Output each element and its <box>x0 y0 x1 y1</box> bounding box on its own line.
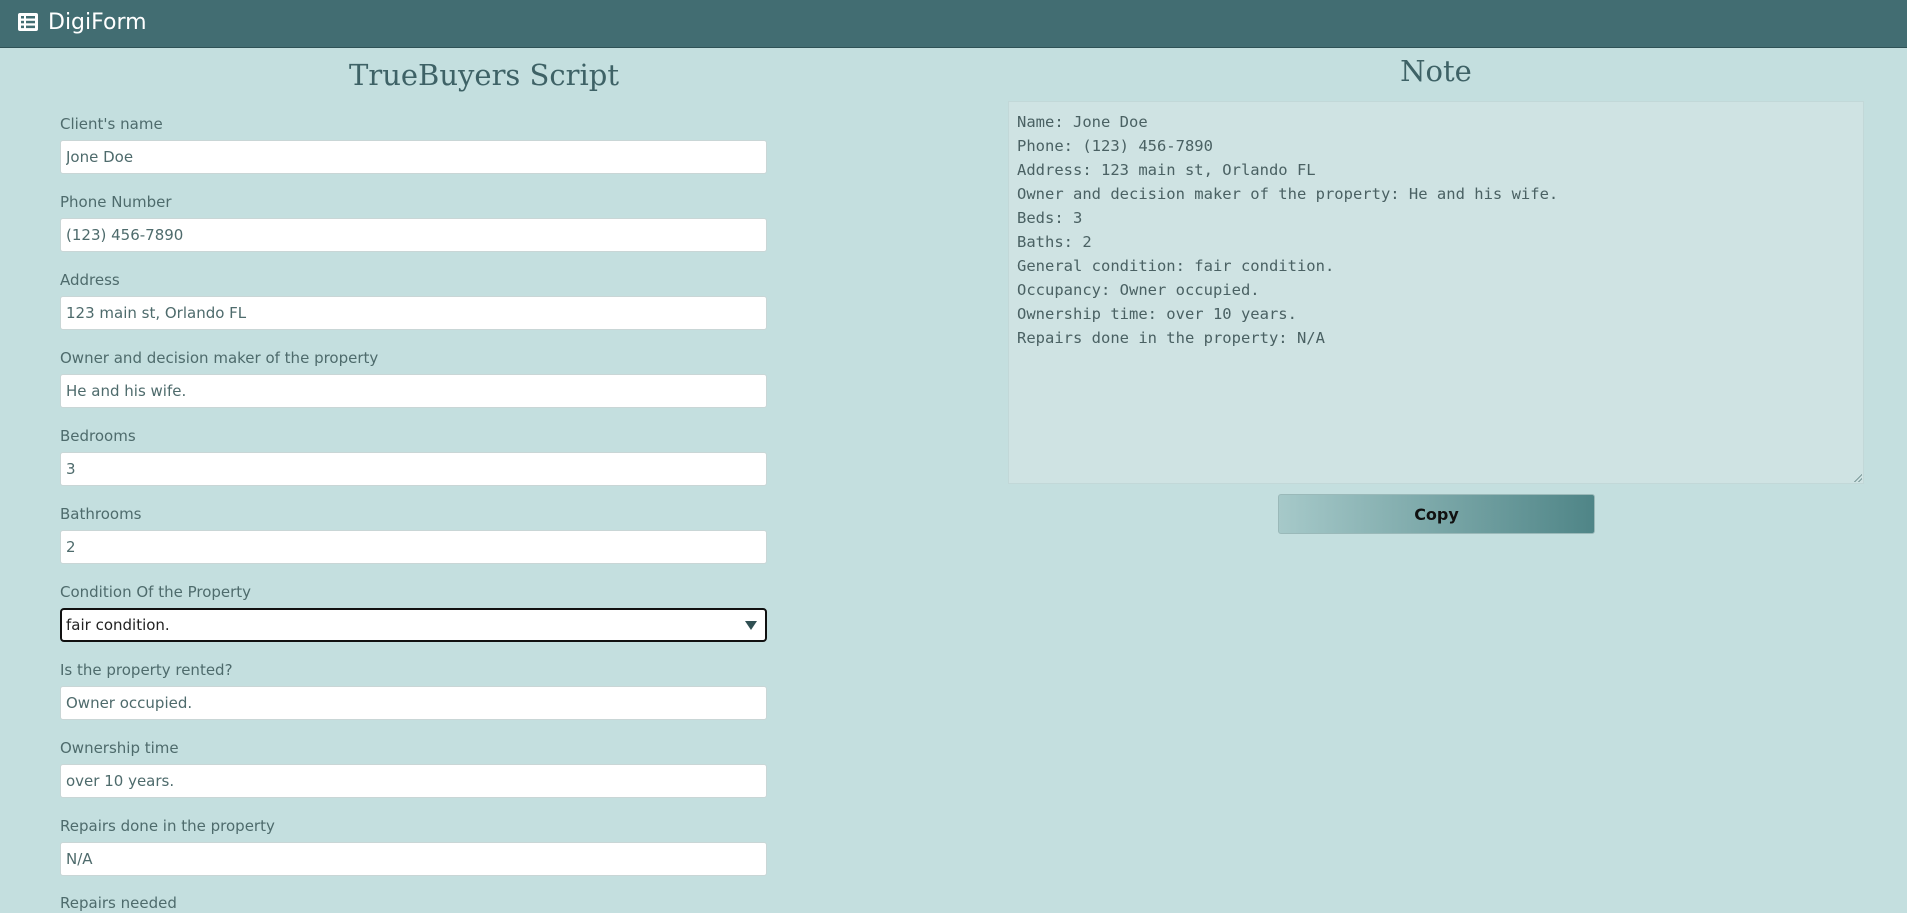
owner-decision-maker-input[interactable] <box>60 374 767 408</box>
field-label: Client's name <box>60 115 163 133</box>
bathrooms-input[interactable] <box>60 530 767 564</box>
field-client-name: Client's name <box>60 114 767 174</box>
field-phone-number: Phone Number <box>60 192 767 252</box>
ownership-time-input[interactable] <box>60 764 767 798</box>
field-rented: Is the property rented? <box>60 660 767 720</box>
copy-button[interactable]: Copy <box>1278 494 1595 534</box>
field-label: Address <box>60 271 120 289</box>
brand-name: DigiForm <box>48 9 147 35</box>
address-input[interactable] <box>60 296 767 330</box>
brand-link[interactable]: DigiForm <box>18 8 147 36</box>
field-label: Bedrooms <box>60 427 136 445</box>
note-title: Note <box>1400 54 1472 88</box>
list-icon <box>18 13 38 31</box>
client-name-input[interactable] <box>60 140 767 174</box>
field-address: Address <box>60 270 767 330</box>
field-repairs-done: Repairs done in the property <box>60 816 767 876</box>
condition-input[interactable] <box>60 608 767 642</box>
condition-combobox[interactable] <box>60 608 767 642</box>
field-label: Is the property rented? <box>60 661 233 679</box>
field-condition: Condition Of the Property <box>60 582 767 642</box>
field-label: Repairs done in the property <box>60 817 275 835</box>
field-repairs-needed: Repairs needed <box>60 893 767 913</box>
field-bathrooms: Bathrooms <box>60 504 767 564</box>
field-label: Bathrooms <box>60 505 142 523</box>
field-label: Condition Of the Property <box>60 583 252 601</box>
field-label: Repairs needed <box>60 894 177 912</box>
field-bedrooms: Bedrooms <box>60 426 767 486</box>
field-owner-decision-maker: Owner and decision maker of the property <box>60 348 767 408</box>
field-label: Phone Number <box>60 193 172 211</box>
note-textarea[interactable]: Name: Jone Doe Phone: (123) 456-7890 Add… <box>1008 101 1864 484</box>
field-ownership-time: Ownership time <box>60 738 767 798</box>
field-label: Owner and decision maker of the property <box>60 349 379 367</box>
chevron-down-icon[interactable] <box>745 621 757 630</box>
bedrooms-input[interactable] <box>60 452 767 486</box>
repairs-done-input[interactable] <box>60 842 767 876</box>
rented-input[interactable] <box>60 686 767 720</box>
field-label: Ownership time <box>60 739 179 757</box>
resize-handle-icon[interactable] <box>1854 474 1862 482</box>
form-title: TrueBuyers Script <box>348 58 619 92</box>
phone-number-input[interactable] <box>60 218 767 252</box>
top-navbar: DigiForm <box>0 0 1907 48</box>
